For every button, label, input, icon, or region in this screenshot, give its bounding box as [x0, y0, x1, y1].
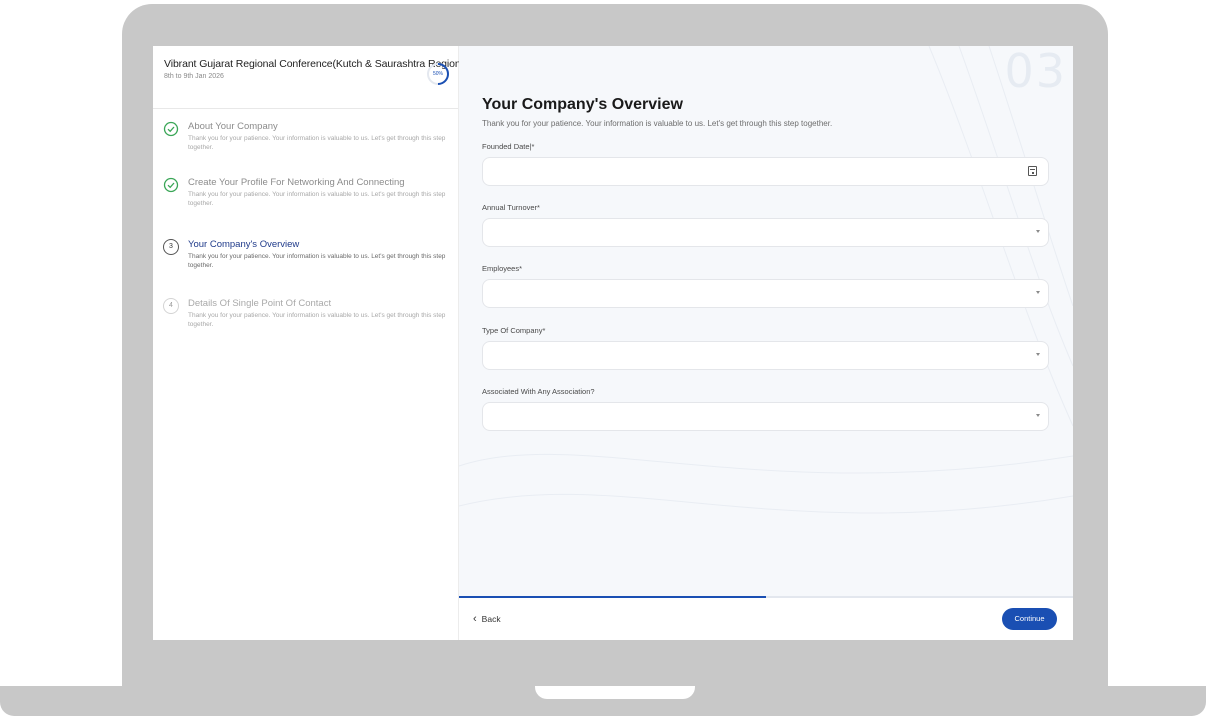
progress-ring: 50%: [426, 62, 450, 86]
chevron-down-icon: [1036, 353, 1040, 356]
employees-label: Employees*: [482, 264, 523, 273]
annual-turnover-label: Annual Turnover*: [482, 203, 540, 212]
chevron-down-icon: [1036, 230, 1040, 233]
chevron-down-icon: [1036, 414, 1040, 417]
employees-select[interactable]: [482, 279, 1049, 308]
association-select[interactable]: [482, 402, 1049, 431]
steps-sidebar: Vibrant Gujarat Regional Conference(Kutc…: [153, 46, 464, 640]
main-panel: 03 Your Company's Overview Thank you for…: [459, 46, 1073, 640]
page-title: Your Company's Overview: [482, 96, 683, 113]
event-date: 8th to 9th Jan 2026: [164, 73, 224, 80]
annual-turnover-select[interactable]: [482, 218, 1049, 247]
step-description: Thank you for your patience. Your inform…: [188, 312, 446, 328]
step-title: Your Company's Overview: [188, 239, 300, 250]
step-title: Create Your Profile For Networking And C…: [188, 177, 405, 188]
calendar-icon[interactable]: [1028, 166, 1037, 176]
founded-date-input[interactable]: [482, 157, 1049, 186]
back-label: Back: [481, 614, 501, 624]
form-footer: ‹ Back Continue: [459, 596, 1073, 640]
event-title: Vibrant Gujarat Regional Conference(Kutc…: [164, 58, 465, 70]
check-circle-icon: [163, 177, 179, 193]
background-wave-pattern: [459, 46, 1073, 514]
event-header: Vibrant Gujarat Regional Conference(Kutc…: [153, 46, 464, 109]
founded-date-label: Founded Date|*: [482, 142, 535, 151]
association-label: Associated With Any Association?: [482, 387, 595, 396]
laptop-notch: [535, 686, 695, 699]
step-description: Thank you for your patience. Your inform…: [188, 191, 446, 207]
step-number-watermark: 03: [1004, 46, 1067, 98]
continue-button[interactable]: Continue: [1002, 608, 1057, 630]
screen: Vibrant Gujarat Regional Conference(Kutc…: [153, 46, 1073, 640]
step-description: Thank you for your patience. Your inform…: [188, 253, 446, 269]
check-circle-icon: [163, 121, 179, 137]
step-progress-track: [459, 596, 1073, 598]
step-progress-fill: [459, 596, 766, 598]
step-title: About Your Company: [188, 121, 278, 132]
chevron-down-icon: [1036, 291, 1040, 294]
progress-percent: 50%: [432, 71, 443, 77]
page-subtitle: Thank you for your patience. Your inform…: [482, 119, 833, 128]
back-button[interactable]: ‹ Back: [473, 613, 501, 625]
step-title: Details Of Single Point Of Contact: [188, 298, 332, 309]
step-number-badge: 3: [163, 239, 179, 255]
step-number-badge: 4: [163, 298, 179, 314]
company-type-select[interactable]: [482, 341, 1049, 370]
company-type-label: Type Of Company*: [482, 326, 546, 335]
step-description: Thank you for your patience. Your inform…: [188, 135, 446, 151]
chevron-left-icon: ‹: [473, 613, 477, 625]
